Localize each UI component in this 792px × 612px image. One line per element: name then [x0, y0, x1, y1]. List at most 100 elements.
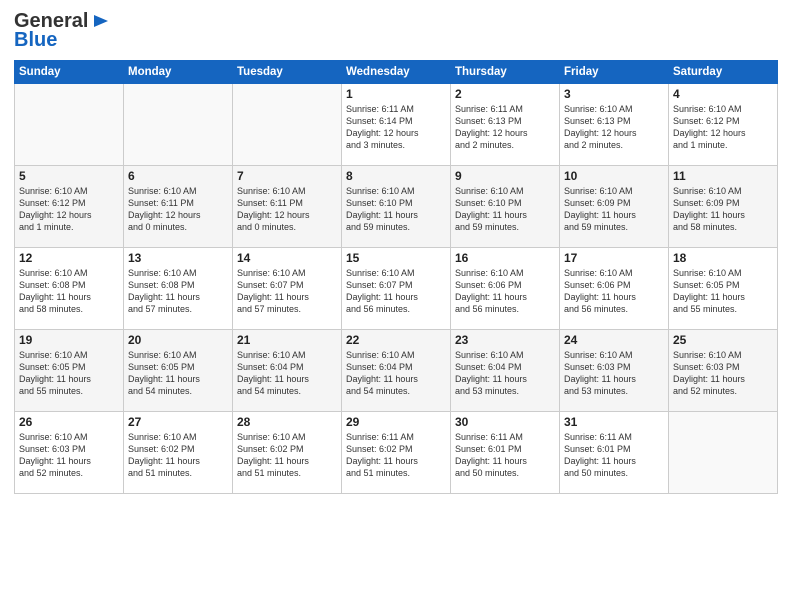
day-number: 9 — [455, 169, 555, 183]
weekday-header-monday: Monday — [124, 61, 233, 84]
day-number: 3 — [564, 87, 664, 101]
day-cell: 6 Sunrise: 6:10 AM Sunset: 6:11 PM Daylig… — [124, 166, 233, 248]
day-cell: 29Sunrise: 6:11 AM Sunset: 6:02 PM Dayli… — [342, 412, 451, 494]
day-cell: 21Sunrise: 6:10 AM Sunset: 6:04 PM Dayli… — [233, 330, 342, 412]
day-number: 30 — [455, 415, 555, 429]
day-cell: 27Sunrise: 6:10 AM Sunset: 6:02 PM Dayli… — [124, 412, 233, 494]
day-number: 26 — [19, 415, 119, 429]
day-cell: 30 Sunrise: 6:11 AM Sunset: 6:01 PM Dayli… — [451, 412, 560, 494]
day-number: 11 — [673, 169, 773, 183]
logo: General Blue — [14, 10, 112, 52]
day-cell: 4Sunrise: 6:10 AM Sunset: 6:12 PM Daylig… — [669, 84, 778, 166]
day-info: Sunrise: 6:10 AM Sunset: 6:05 PM Dayligh… — [19, 349, 119, 398]
day-info: Sunrise: 6:10 AM Sunset: 6:07 PM Dayligh… — [237, 267, 337, 316]
weekday-header-thursday: Thursday — [451, 61, 560, 84]
day-number: 19 — [19, 333, 119, 347]
day-number: 12 — [19, 251, 119, 265]
day-number: 23 — [455, 333, 555, 347]
weekday-header-tuesday: Tuesday — [233, 61, 342, 84]
day-cell: 12 Sunrise: 6:10 AM Sunset: 6:08 PM Dayli… — [15, 248, 124, 330]
day-cell: 31 Sunrise: 6:11 AM Sunset: 6:01 PM Dayli… — [560, 412, 669, 494]
day-cell — [233, 84, 342, 166]
day-cell: 2Sunrise: 6:11 AM Sunset: 6:13 PM Daylig… — [451, 84, 560, 166]
logo-flag-icon — [90, 11, 112, 33]
day-number: 5 — [19, 169, 119, 183]
day-info: Sunrise: 6:10 AM Sunset: 6:02 PM Dayligh… — [128, 431, 228, 480]
day-info: Sunrise: 6:10 AM Sunset: 6:09 PM Dayligh… — [673, 185, 773, 234]
day-info: Sunrise: 6:10 AM Sunset: 6:13 PM Dayligh… — [564, 103, 664, 152]
day-cell: 23Sunrise: 6:10 AM Sunset: 6:04 PM Dayli… — [451, 330, 560, 412]
day-info: Sunrise: 6:10 AM Sunset: 6:02 PM Dayligh… — [237, 431, 337, 480]
day-cell — [669, 412, 778, 494]
weekday-header-wednesday: Wednesday — [342, 61, 451, 84]
week-row-4: 19 Sunrise: 6:10 AM Sunset: 6:05 PM Dayli… — [15, 330, 778, 412]
day-cell: 7Sunrise: 6:10 AM Sunset: 6:11 PM Daylig… — [233, 166, 342, 248]
day-number: 7 — [237, 169, 337, 183]
week-row-2: 5 Sunrise: 6:10 AM Sunset: 6:12 PM Daylig… — [15, 166, 778, 248]
day-info: Sunrise: 6:10 AM Sunset: 6:04 PM Dayligh… — [237, 349, 337, 398]
day-info: Sunrise: 6:11 AM Sunset: 6:01 PM Dayligh… — [455, 431, 555, 480]
day-number: 15 — [346, 251, 446, 265]
day-cell: 1 Sunrise: 6:11 AM Sunset: 6:14 PM Daylig… — [342, 84, 451, 166]
day-info: Sunrise: 6:10 AM Sunset: 6:12 PM Dayligh… — [673, 103, 773, 152]
day-cell: 24 Sunrise: 6:10 AM Sunset: 6:03 PM Dayli… — [560, 330, 669, 412]
day-number: 13 — [128, 251, 228, 265]
day-info: Sunrise: 6:10 AM Sunset: 6:03 PM Dayligh… — [19, 431, 119, 480]
day-number: 20 — [128, 333, 228, 347]
day-info: Sunrise: 6:10 AM Sunset: 6:08 PM Dayligh… — [19, 267, 119, 316]
day-info: Sunrise: 6:10 AM Sunset: 6:05 PM Dayligh… — [128, 349, 228, 398]
day-number: 6 — [128, 169, 228, 183]
day-cell: 9 Sunrise: 6:10 AM Sunset: 6:10 PM Daylig… — [451, 166, 560, 248]
day-info: Sunrise: 6:10 AM Sunset: 6:05 PM Dayligh… — [673, 267, 773, 316]
week-row-1: 1 Sunrise: 6:11 AM Sunset: 6:14 PM Daylig… — [15, 84, 778, 166]
day-cell: 17 Sunrise: 6:10 AM Sunset: 6:06 PM Dayli… — [560, 248, 669, 330]
day-number: 22 — [346, 333, 446, 347]
day-info: Sunrise: 6:10 AM Sunset: 6:04 PM Dayligh… — [346, 349, 446, 398]
day-cell: 28 Sunrise: 6:10 AM Sunset: 6:02 PM Dayli… — [233, 412, 342, 494]
day-info: Sunrise: 6:11 AM Sunset: 6:14 PM Dayligh… — [346, 103, 446, 152]
day-cell: 18Sunrise: 6:10 AM Sunset: 6:05 PM Dayli… — [669, 248, 778, 330]
day-number: 31 — [564, 415, 664, 429]
day-cell: 10 Sunrise: 6:10 AM Sunset: 6:09 PM Dayli… — [560, 166, 669, 248]
day-cell: 14 Sunrise: 6:10 AM Sunset: 6:07 PM Dayli… — [233, 248, 342, 330]
day-info: Sunrise: 6:10 AM Sunset: 6:03 PM Dayligh… — [673, 349, 773, 398]
day-info: Sunrise: 6:10 AM Sunset: 6:10 PM Dayligh… — [455, 185, 555, 234]
day-info: Sunrise: 6:10 AM Sunset: 6:12 PM Dayligh… — [19, 185, 119, 234]
weekday-header-saturday: Saturday — [669, 61, 778, 84]
day-number: 1 — [346, 87, 446, 101]
day-cell: 26 Sunrise: 6:10 AM Sunset: 6:03 PM Dayli… — [15, 412, 124, 494]
day-info: Sunrise: 6:11 AM Sunset: 6:13 PM Dayligh… — [455, 103, 555, 152]
week-row-5: 26 Sunrise: 6:10 AM Sunset: 6:03 PM Dayli… — [15, 412, 778, 494]
day-cell: 15 Sunrise: 6:10 AM Sunset: 6:07 PM Dayli… — [342, 248, 451, 330]
day-cell: 8Sunrise: 6:10 AM Sunset: 6:10 PM Daylig… — [342, 166, 451, 248]
day-number: 8 — [346, 169, 446, 183]
day-info: Sunrise: 6:10 AM Sunset: 6:06 PM Dayligh… — [564, 267, 664, 316]
day-number: 14 — [237, 251, 337, 265]
week-row-3: 12 Sunrise: 6:10 AM Sunset: 6:08 PM Dayli… — [15, 248, 778, 330]
day-number: 24 — [564, 333, 664, 347]
day-number: 28 — [237, 415, 337, 429]
day-info: Sunrise: 6:11 AM Sunset: 6:01 PM Dayligh… — [564, 431, 664, 480]
day-cell: 11 Sunrise: 6:10 AM Sunset: 6:09 PM Dayli… — [669, 166, 778, 248]
day-cell: 22 Sunrise: 6:10 AM Sunset: 6:04 PM Dayli… — [342, 330, 451, 412]
day-cell — [15, 84, 124, 166]
weekday-header-friday: Friday — [560, 61, 669, 84]
page: General Blue SundayMondayTuesdayWednesda… — [0, 0, 792, 612]
day-info: Sunrise: 6:10 AM Sunset: 6:11 PM Dayligh… — [128, 185, 228, 234]
weekday-header-sunday: Sunday — [15, 61, 124, 84]
day-info: Sunrise: 6:10 AM Sunset: 6:08 PM Dayligh… — [128, 267, 228, 316]
day-info: Sunrise: 6:10 AM Sunset: 6:03 PM Dayligh… — [564, 349, 664, 398]
day-number: 17 — [564, 251, 664, 265]
header: General Blue — [14, 10, 778, 52]
day-info: Sunrise: 6:11 AM Sunset: 6:02 PM Dayligh… — [346, 431, 446, 480]
day-info: Sunrise: 6:10 AM Sunset: 6:09 PM Dayligh… — [564, 185, 664, 234]
day-info: Sunrise: 6:10 AM Sunset: 6:07 PM Dayligh… — [346, 267, 446, 316]
day-number: 10 — [564, 169, 664, 183]
day-cell: 19 Sunrise: 6:10 AM Sunset: 6:05 PM Dayli… — [15, 330, 124, 412]
day-cell: 13 Sunrise: 6:10 AM Sunset: 6:08 PM Dayli… — [124, 248, 233, 330]
day-number: 25 — [673, 333, 773, 347]
logo-blue-text: Blue — [14, 29, 57, 52]
day-cell: 5 Sunrise: 6:10 AM Sunset: 6:12 PM Daylig… — [15, 166, 124, 248]
day-cell: 3 Sunrise: 6:10 AM Sunset: 6:13 PM Daylig… — [560, 84, 669, 166]
day-number: 16 — [455, 251, 555, 265]
